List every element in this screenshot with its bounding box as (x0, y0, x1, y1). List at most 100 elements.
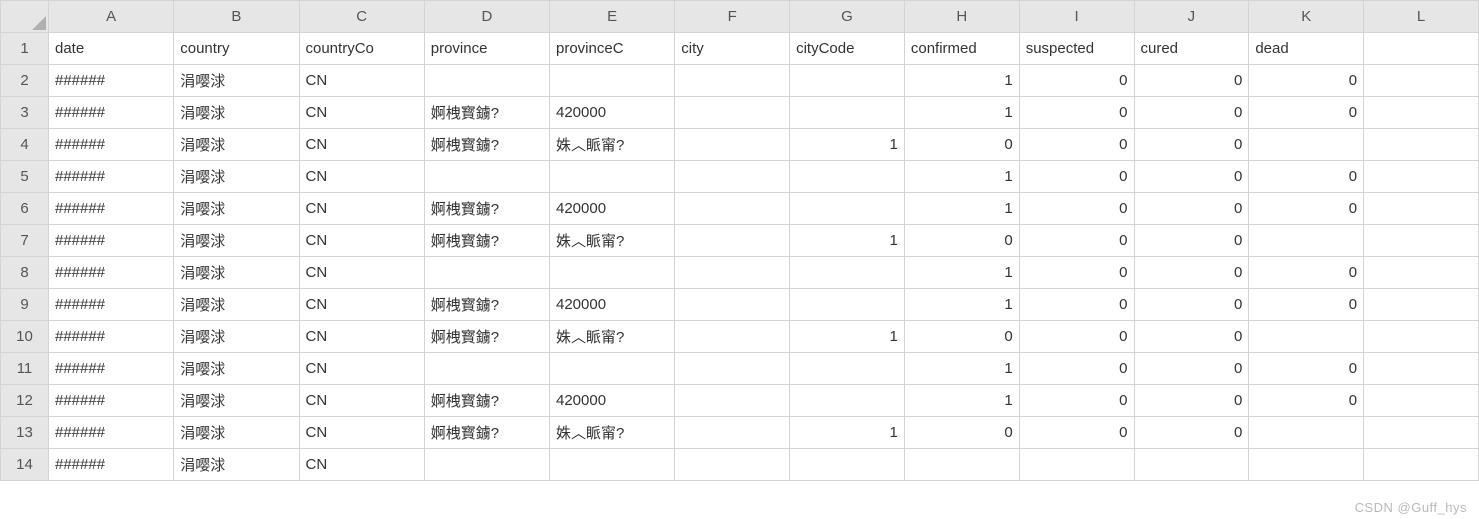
cell[interactable] (1249, 449, 1364, 481)
cell[interactable] (1364, 321, 1479, 353)
cell[interactable]: 0 (1019, 417, 1134, 449)
cell[interactable]: ###### (49, 449, 174, 481)
cell[interactable]: CN (299, 97, 424, 129)
cell[interactable]: 0 (1249, 385, 1364, 417)
cell[interactable] (1019, 449, 1134, 481)
cell[interactable] (1134, 449, 1249, 481)
cell[interactable] (1364, 257, 1479, 289)
cell[interactable] (1249, 129, 1364, 161)
row-header-4[interactable]: 4 (1, 129, 49, 161)
cell[interactable]: city (675, 33, 790, 65)
cell[interactable]: ###### (49, 97, 174, 129)
row-header-5[interactable]: 5 (1, 161, 49, 193)
column-header-L[interactable]: L (1364, 1, 1479, 33)
cell[interactable]: 1 (904, 65, 1019, 97)
cell[interactable]: 涓嘤浗 (174, 193, 299, 225)
cell[interactable]: ###### (49, 65, 174, 97)
cell[interactable]: 涓嘤浗 (174, 161, 299, 193)
cell[interactable]: country (174, 33, 299, 65)
row-header-8[interactable]: 8 (1, 257, 49, 289)
cell[interactable]: confirmed (904, 33, 1019, 65)
cell[interactable] (424, 65, 549, 97)
cell[interactable]: 1 (790, 129, 905, 161)
cell[interactable]: 0 (1249, 97, 1364, 129)
cell[interactable]: 姝︿眽甯? (550, 225, 675, 257)
cell[interactable]: CN (299, 417, 424, 449)
cell[interactable]: 0 (1134, 289, 1249, 321)
cell[interactable]: 婀栧寳鐪? (424, 193, 549, 225)
cell[interactable]: 姝︿眽甯? (550, 129, 675, 161)
row-header-7[interactable]: 7 (1, 225, 49, 257)
cell[interactable] (675, 65, 790, 97)
cell[interactable]: 1 (904, 353, 1019, 385)
cell[interactable]: 0 (1019, 289, 1134, 321)
cell[interactable] (675, 193, 790, 225)
cell[interactable]: 1 (790, 225, 905, 257)
row-header-2[interactable]: 2 (1, 65, 49, 97)
column-header-A[interactable]: A (49, 1, 174, 33)
cell[interactable]: countryCo (299, 33, 424, 65)
cell[interactable] (675, 289, 790, 321)
cell[interactable] (675, 257, 790, 289)
cell[interactable]: 0 (1249, 65, 1364, 97)
cell[interactable] (790, 289, 905, 321)
cell[interactable] (1364, 129, 1479, 161)
column-header-K[interactable]: K (1249, 1, 1364, 33)
cell[interactable] (1364, 65, 1479, 97)
cell[interactable]: 姝︿眽甯? (550, 321, 675, 353)
cell[interactable]: 420000 (550, 289, 675, 321)
cell[interactable]: dead (1249, 33, 1364, 65)
cell[interactable]: suspected (1019, 33, 1134, 65)
cell[interactable]: 0 (1249, 193, 1364, 225)
cell[interactable] (424, 353, 549, 385)
row-header-3[interactable]: 3 (1, 97, 49, 129)
cell[interactable]: 0 (904, 225, 1019, 257)
row-header-12[interactable]: 12 (1, 385, 49, 417)
cell[interactable]: 0 (1249, 353, 1364, 385)
cell[interactable] (1249, 321, 1364, 353)
cell[interactable] (790, 193, 905, 225)
cell[interactable] (790, 449, 905, 481)
cell[interactable] (790, 257, 905, 289)
cell[interactable]: 婀栧寳鐪? (424, 289, 549, 321)
cell[interactable]: 1 (904, 97, 1019, 129)
cell[interactable]: 涓嘤浗 (174, 129, 299, 161)
cell[interactable]: 0 (1134, 161, 1249, 193)
cell[interactable]: 涓嘤浗 (174, 289, 299, 321)
cell[interactable]: 婀栧寳鐪? (424, 417, 549, 449)
cell[interactable]: 婀栧寳鐪? (424, 321, 549, 353)
row-header-10[interactable]: 10 (1, 321, 49, 353)
cell[interactable]: 1 (904, 289, 1019, 321)
row-header-13[interactable]: 13 (1, 417, 49, 449)
row-header-14[interactable]: 14 (1, 449, 49, 481)
cell[interactable]: CN (299, 225, 424, 257)
cell[interactable] (790, 161, 905, 193)
cell[interactable] (1249, 417, 1364, 449)
cell[interactable] (675, 321, 790, 353)
cell[interactable]: 0 (1134, 353, 1249, 385)
column-header-B[interactable]: B (174, 1, 299, 33)
cell[interactable] (424, 449, 549, 481)
cell[interactable]: ###### (49, 353, 174, 385)
cell[interactable] (550, 449, 675, 481)
cell[interactable] (1364, 289, 1479, 321)
cell[interactable] (424, 161, 549, 193)
cell[interactable]: ###### (49, 193, 174, 225)
cell[interactable]: 婀栧寳鐪? (424, 129, 549, 161)
cell[interactable]: 1 (904, 385, 1019, 417)
cell[interactable]: 婀栧寳鐪? (424, 97, 549, 129)
cell[interactable] (790, 353, 905, 385)
cell[interactable] (675, 353, 790, 385)
column-header-C[interactable]: C (299, 1, 424, 33)
cell[interactable]: ###### (49, 321, 174, 353)
cell[interactable]: 0 (1134, 225, 1249, 257)
cell[interactable]: 涓嘤浗 (174, 449, 299, 481)
column-header-J[interactable]: J (1134, 1, 1249, 33)
cell[interactable]: ###### (49, 225, 174, 257)
cell[interactable]: 涓嘤浗 (174, 321, 299, 353)
cell[interactable]: 涓嘤浗 (174, 417, 299, 449)
cell[interactable]: 0 (904, 417, 1019, 449)
cell[interactable] (675, 417, 790, 449)
row-header-1[interactable]: 1 (1, 33, 49, 65)
cell[interactable]: 1 (904, 257, 1019, 289)
